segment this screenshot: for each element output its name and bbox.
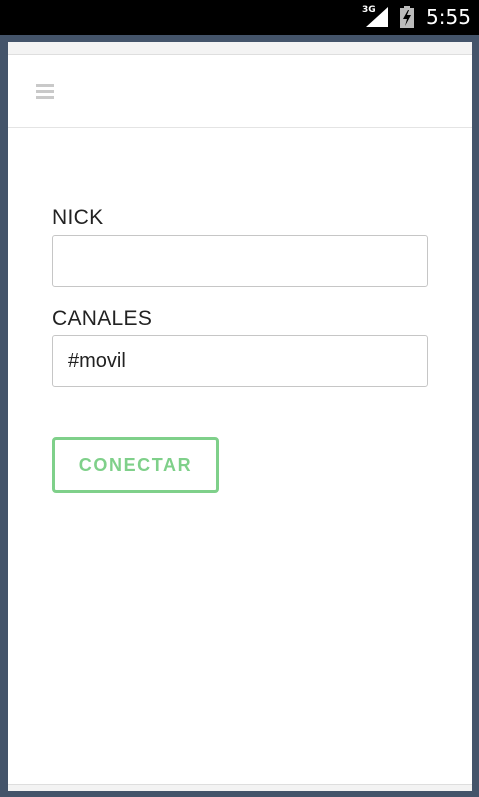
app-window: NICK CANALES CONECTAR [8,42,472,791]
hamburger-menu-icon[interactable] [36,84,56,102]
nick-input[interactable] [52,235,428,287]
battery-charging-icon [400,6,414,28]
bottom-strip [8,784,472,791]
connect-button[interactable]: CONECTAR [52,437,219,493]
clock: 5:55 [426,5,471,29]
channels-label: CANALES [52,307,153,330]
signal-icon [366,7,388,27]
top-strip [8,42,472,55]
status-bar: 3G 5:55 [0,0,479,35]
nick-label: NICK [52,206,104,229]
channels-input[interactable] [52,335,428,387]
app-header [8,56,472,128]
